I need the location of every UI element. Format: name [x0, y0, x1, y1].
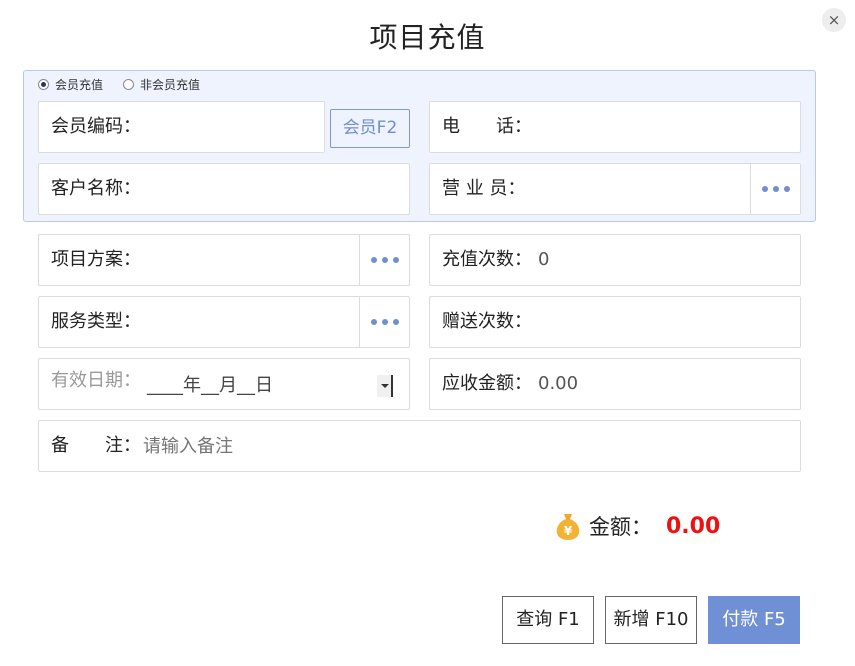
project-plan-field[interactable]: 项目方案： — [38, 234, 410, 286]
salesperson-more-button[interactable] — [750, 164, 800, 214]
radio-checked-icon[interactable] — [38, 78, 49, 90]
more-dots-icon — [392, 319, 399, 325]
radio-nonmember-recharge[interactable]: 非会员充值 — [123, 76, 200, 93]
recharge-count-field[interactable]: 充值次数： 0 — [429, 234, 801, 286]
recharge-count-value[interactable]: 0 — [538, 235, 549, 285]
more-dots-icon — [783, 186, 790, 192]
salesperson-input[interactable] — [534, 172, 739, 206]
more-dots-icon — [772, 186, 779, 192]
moneybag-icon: ¥ — [556, 514, 580, 540]
add-button[interactable]: 新增 F10 — [605, 596, 697, 644]
more-dots-icon — [381, 257, 388, 263]
valid-date-value[interactable]: ____年__月__日 — [147, 359, 273, 413]
customer-name-field[interactable]: 客户名称： — [38, 163, 410, 215]
member-lookup-button[interactable]: 会员F2 — [330, 109, 410, 148]
service-type-field[interactable]: 服务类型： — [38, 296, 410, 348]
service-type-more-button[interactable] — [359, 297, 409, 347]
remark-field[interactable]: 备 注： — [38, 420, 801, 472]
close-icon[interactable]: × — [822, 8, 846, 32]
remark-input[interactable] — [143, 429, 783, 463]
more-dots-icon — [381, 319, 388, 325]
gift-count-input[interactable] — [534, 305, 789, 339]
remark-label: 备 注： — [51, 435, 141, 456]
radio-label: 非会员充值 — [140, 77, 201, 92]
pay-button[interactable]: 付款 F5 — [708, 596, 800, 644]
project-plan-input[interactable] — [143, 243, 348, 277]
phone-input[interactable] — [534, 110, 789, 144]
gift-count-field[interactable]: 赠送次数： — [429, 296, 801, 348]
member-code-field[interactable]: 会员编码： — [38, 101, 325, 153]
gift-count-label: 赠送次数： — [442, 311, 532, 332]
total-amount-value: 0.00 — [666, 513, 721, 539]
service-type-label: 服务类型： — [51, 311, 141, 332]
dialog-title: 项目充值 — [369, 21, 486, 54]
valid-date-label: 有效日期： — [51, 370, 141, 391]
receivable-amount-value: 0.00 — [538, 373, 579, 394]
customer-name-label: 客户名称： — [51, 178, 141, 199]
salesperson-field[interactable]: 营 业 员： — [429, 163, 801, 215]
project-plan-more-button[interactable] — [359, 235, 409, 285]
total-amount: ¥ 金额： 0.00 — [555, 510, 720, 542]
phone-label: 电 话： — [442, 116, 532, 137]
salesperson-label: 营 业 员： — [442, 178, 526, 199]
more-dots-icon — [392, 257, 399, 263]
member-code-label: 会员编码： — [51, 116, 141, 137]
chevron-down-icon[interactable] — [377, 375, 393, 397]
recharge-count-label: 充值次数： — [442, 249, 532, 270]
receivable-amount-label: 应收金额： — [442, 373, 532, 394]
more-dots-icon — [370, 257, 377, 263]
svg-text:¥: ¥ — [564, 524, 573, 538]
query-button[interactable]: 查询 F1 — [502, 596, 594, 644]
project-plan-label: 项目方案： — [51, 249, 141, 270]
phone-field[interactable]: 电 话： — [429, 101, 801, 153]
receivable-amount-field: 应收金额： 0.00 — [429, 358, 801, 410]
radio-member-recharge[interactable]: 会员充值 — [38, 76, 103, 93]
radio-unchecked-icon[interactable] — [123, 78, 135, 90]
service-type-input[interactable] — [143, 305, 348, 339]
total-amount-label: 金额： — [589, 515, 652, 539]
recharge-type-radios: 会员充值 非会员充值 — [38, 75, 220, 93]
more-dots-icon — [370, 319, 377, 325]
more-dots-icon — [761, 186, 768, 192]
valid-date-field[interactable]: 有效日期： ____年__月__日 — [38, 358, 410, 410]
customer-name-input[interactable] — [143, 172, 398, 206]
member-code-input[interactable] — [143, 110, 318, 144]
radio-label: 会员充值 — [55, 77, 104, 92]
